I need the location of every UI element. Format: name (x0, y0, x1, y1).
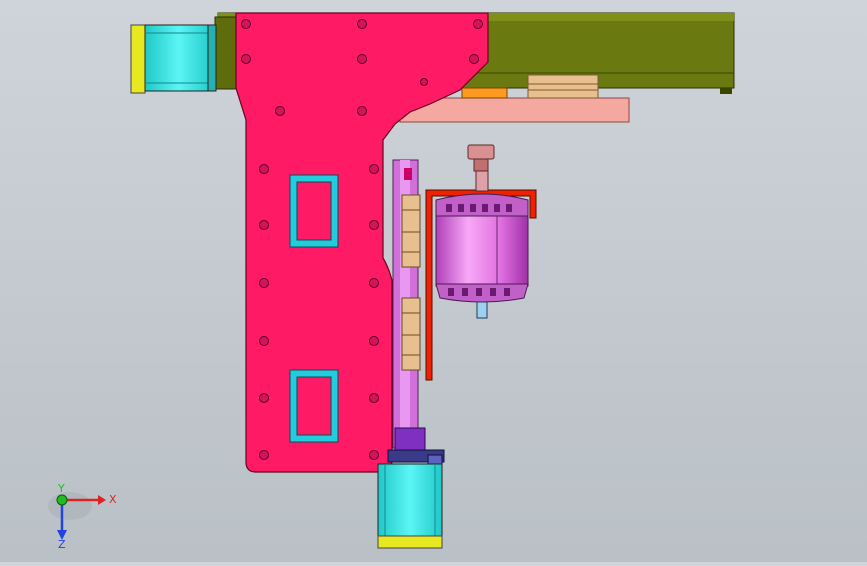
spindle-motor[interactable] (435, 144, 529, 319)
cad-model-svg[interactable] (0, 0, 867, 562)
rail-slider-bottom[interactable] (401, 297, 421, 371)
xyz-triad-icon: X Y Z (48, 482, 117, 548)
lead-screw-coupling[interactable] (387, 427, 445, 466)
x-axis-label: X (109, 493, 117, 506)
cad-viewport[interactable]: X Y Z (0, 0, 867, 562)
top-stepper-motor[interactable] (130, 24, 217, 94)
bottom-stepper-motor[interactable] (377, 463, 443, 549)
z-axis-label: Z (58, 538, 66, 548)
rail-slider-top[interactable] (401, 194, 421, 268)
y-axis-label: Y (57, 482, 65, 495)
